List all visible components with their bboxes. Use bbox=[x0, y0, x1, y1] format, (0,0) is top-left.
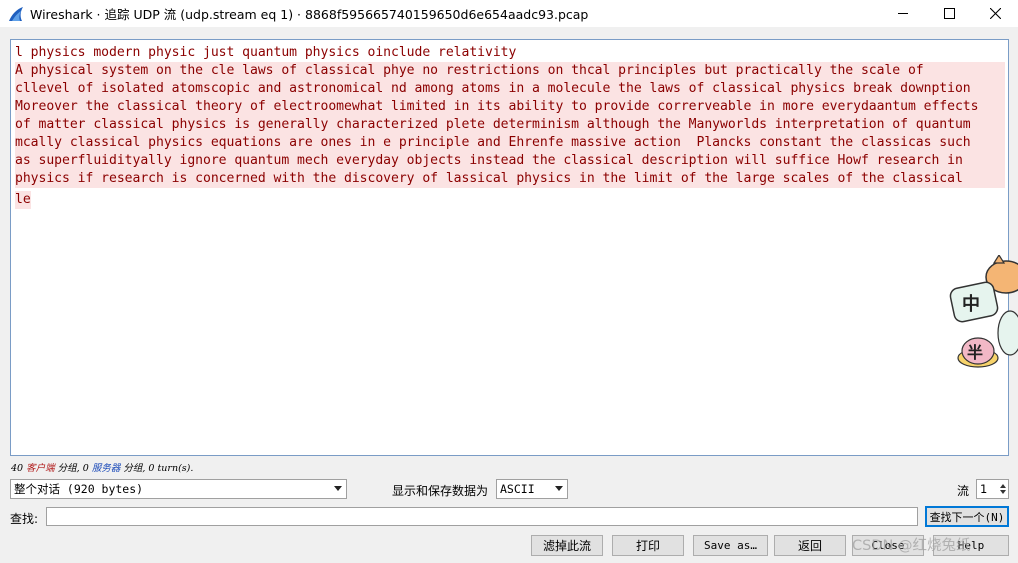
server-label: 服务器 bbox=[91, 463, 121, 474]
save-as-button[interactable]: Save as… bbox=[693, 535, 768, 556]
close-icon bbox=[989, 8, 1001, 19]
minimize-button[interactable] bbox=[880, 0, 926, 27]
stream-line: mcally classical physics equations are o… bbox=[15, 134, 1005, 152]
find-input[interactable] bbox=[46, 507, 918, 526]
display-as-select[interactable]: ASCII bbox=[496, 479, 568, 499]
stream-stats: 40 客户端 分组, 0 服务器 分组, 0 turn(s). bbox=[11, 460, 193, 474]
stream-line: cllevel of isolated atomscopic and astro… bbox=[15, 80, 1005, 98]
conversation-select[interactable]: 整个对话 (920 bytes) bbox=[10, 479, 347, 499]
stream-number-value: 1 bbox=[980, 482, 988, 496]
back-button[interactable]: 返回 bbox=[774, 535, 846, 556]
stream-number-spinbox[interactable]: 1 bbox=[976, 479, 1009, 499]
stream-line: le bbox=[15, 191, 31, 209]
maximize-icon bbox=[943, 8, 955, 19]
wireshark-fin-icon bbox=[9, 6, 23, 21]
chevron-down-icon bbox=[555, 486, 563, 491]
conversation-select-value: 整个对话 (920 bytes) bbox=[14, 482, 144, 496]
client-unit: 分组, bbox=[57, 463, 80, 474]
spin-down-icon[interactable] bbox=[1000, 490, 1006, 494]
watermark: CSDN @红烧兔纸 bbox=[852, 538, 971, 554]
spin-up-icon[interactable] bbox=[1000, 484, 1006, 488]
server-count: 0 bbox=[82, 463, 89, 474]
stream-line: as superfluidityally ignore quantum mech… bbox=[15, 152, 1005, 170]
stream-number-label: 流 bbox=[957, 484, 970, 498]
stream-line: A physical system on the cle laws of cla… bbox=[15, 62, 1005, 80]
cartoon-sticker: 中 半 bbox=[949, 255, 1018, 368]
sticker-text-top: 中 bbox=[962, 293, 980, 315]
chevron-down-icon bbox=[334, 486, 342, 491]
display-as-value: ASCII bbox=[500, 482, 535, 496]
close-button[interactable] bbox=[972, 0, 1018, 27]
find-label: 查找: bbox=[10, 512, 39, 526]
stream-line: physics if research is concerned with th… bbox=[15, 170, 1005, 188]
client-label: 客户端 bbox=[26, 463, 55, 474]
display-as-label: 显示和保存数据为 bbox=[392, 484, 489, 498]
sticker-text-bottom: 半 bbox=[967, 343, 983, 362]
turn-count: 0 turn(s). bbox=[148, 463, 194, 474]
stream-text-area[interactable]: l physics modern physic just quantum phy… bbox=[10, 39, 1009, 456]
server-unit: 分组, bbox=[123, 463, 146, 474]
stream-line: of matter classical physics is generally… bbox=[15, 116, 1005, 134]
find-next-button[interactable]: 查找下一个(N) bbox=[925, 506, 1009, 527]
title-bar: Wireshark · 追踪 UDP 流 (udp.stream eq 1) ·… bbox=[0, 0, 1018, 27]
minimize-icon bbox=[897, 13, 908, 14]
window-title: Wireshark · 追踪 UDP 流 (udp.stream eq 1) ·… bbox=[30, 7, 589, 22]
filter-out-button[interactable]: 滤掉此流 bbox=[531, 535, 603, 556]
client-count: 40 bbox=[11, 463, 24, 474]
maximize-button[interactable] bbox=[926, 0, 972, 27]
stream-line: Moreover the classical theory of electro… bbox=[15, 98, 1005, 116]
print-button[interactable]: 打印 bbox=[612, 535, 684, 556]
stream-line: l physics modern physic just quantum phy… bbox=[15, 45, 517, 60]
